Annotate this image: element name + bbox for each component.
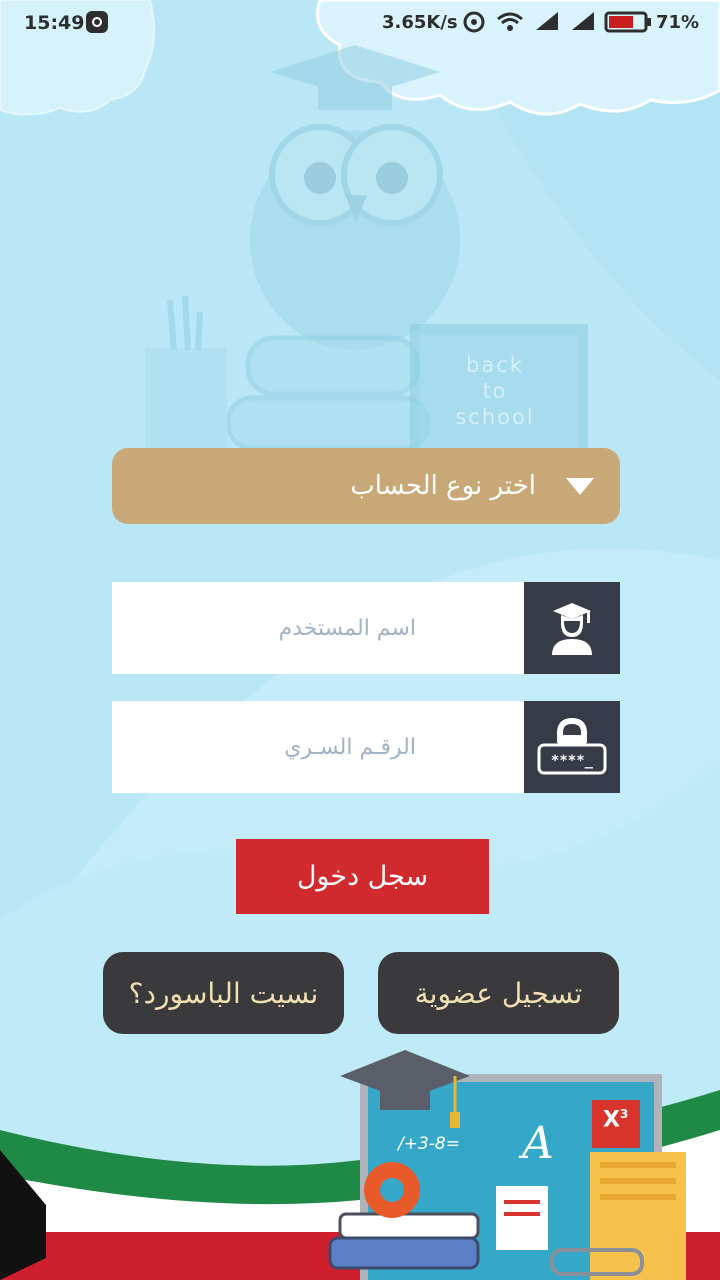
status-bar: 15:49 3.65K/s 71% <box>0 0 720 46</box>
hotspot-icon <box>463 11 485 33</box>
chalkboard-line: back <box>466 353 524 377</box>
power-base: X <box>603 1107 620 1133</box>
username-icon-box <box>524 582 620 674</box>
app-notification-icon <box>86 11 108 33</box>
power-text: X3 <box>603 1107 628 1132</box>
battery-percent: 71% <box>656 12 700 33</box>
wifi-icon <box>497 12 523 31</box>
password-lock-icon: ****_ <box>537 717 607 775</box>
signal-icon <box>572 12 594 30</box>
grade-text: A <box>522 1118 554 1169</box>
power-sup: 3 <box>619 1107 629 1121</box>
battery-icon <box>604 11 651 33</box>
password-icon-box: ****_ <box>524 701 620 793</box>
signal-icon <box>536 12 558 30</box>
chalkboard-line: school <box>455 405 535 429</box>
account-type-label: اختر نوع الحساب <box>350 471 536 501</box>
chevron-down-icon <box>566 477 594 495</box>
forgot-password-button[interactable]: نسيت الباسورد؟ <box>103 952 344 1034</box>
password-icon-text: ****_ <box>551 753 594 769</box>
register-button[interactable]: تسجيل عضوية <box>378 952 619 1034</box>
math-text: /+3-8= <box>398 1134 460 1154</box>
username-field[interactable] <box>112 582 620 674</box>
school-board-illustration <box>328 1050 686 1280</box>
account-type-dropdown[interactable]: اختر نوع الحساب <box>112 448 620 524</box>
chalkboard-text: back to school <box>440 352 550 430</box>
login-button[interactable]: سجل دخول <box>236 839 489 914</box>
network-speed: 3.65K/s <box>382 12 458 33</box>
graduate-icon <box>552 603 592 655</box>
password-input[interactable] <box>112 701 524 793</box>
username-input[interactable] <box>112 582 524 674</box>
status-time: 15:49 <box>24 12 85 34</box>
password-field[interactable]: ****_ <box>112 701 620 793</box>
chalkboard-line: to <box>482 379 508 403</box>
